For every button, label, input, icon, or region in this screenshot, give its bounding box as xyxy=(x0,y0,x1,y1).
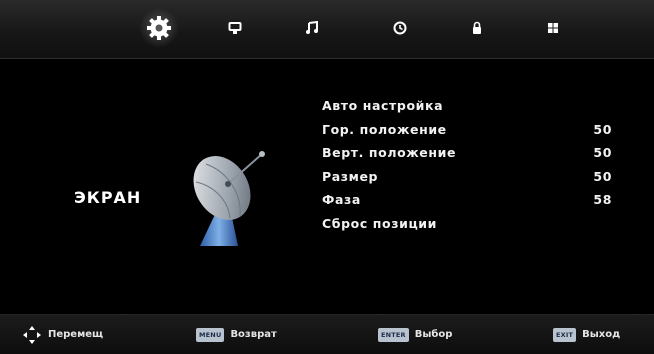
menu-item-label: Гор. положение xyxy=(322,121,447,137)
hint-back: MENU Возврат xyxy=(196,315,277,354)
hint-exit: EXIT Выход xyxy=(553,315,620,354)
menu-tab-bar xyxy=(0,0,654,59)
satellite-dish-icon xyxy=(193,151,265,246)
menu-item-value: 58 xyxy=(593,192,612,208)
menu-item-value: 50 xyxy=(593,145,612,161)
menu-item-size[interactable]: Размер 50 xyxy=(322,165,622,189)
tab-options[interactable] xyxy=(533,8,573,48)
lock-icon xyxy=(473,21,481,34)
settings-menu: Авто настройка Гор. положение 50 Верт. п… xyxy=(322,94,622,236)
menu-item-label: Сброс позиции xyxy=(322,215,438,231)
enter-key-badge: ENTER xyxy=(378,327,409,342)
menu-item-value: 50 xyxy=(593,121,612,137)
menu-item-h-position[interactable]: Гор. положение 50 xyxy=(322,118,622,142)
hint-back-label: Возврат xyxy=(230,329,277,340)
tab-time[interactable] xyxy=(380,8,420,48)
hint-bar: Перемещ MENU Возврат ENTER Выбор EXIT Вы… xyxy=(0,314,654,354)
dpad-icon xyxy=(23,325,41,344)
tab-lock[interactable] xyxy=(457,8,497,48)
hint-move: Перемещ xyxy=(22,315,103,354)
menu-item-label: Верт. положение xyxy=(322,145,457,161)
hint-select-label: Выбор xyxy=(414,329,453,340)
monitor-icon xyxy=(228,22,242,34)
section-title: ЭКРАН xyxy=(74,188,142,207)
grid-icon xyxy=(548,23,558,33)
menu-key-badge: MENU xyxy=(196,327,225,342)
menu-item-phase[interactable]: Фаза 58 xyxy=(322,188,622,212)
tab-highlight xyxy=(139,8,179,48)
menu-item-label: Авто настройка xyxy=(322,98,444,113)
clock-icon xyxy=(393,21,407,35)
tab-settings[interactable] xyxy=(139,8,179,48)
hint-move-label: Перемещ xyxy=(48,329,104,340)
hint-select: ENTER Выбор xyxy=(378,315,452,354)
tab-picture[interactable] xyxy=(215,8,255,48)
exit-key-badge: EXIT xyxy=(553,327,577,342)
hint-exit-label: Выход xyxy=(582,329,621,340)
menu-item-label: Размер xyxy=(322,168,379,184)
menu-item-position-reset[interactable]: Сброс позиции xyxy=(322,212,622,236)
music-note-icon xyxy=(306,21,318,34)
tab-sound[interactable] xyxy=(292,8,332,48)
menu-item-value: 50 xyxy=(593,168,612,184)
menu-item-auto-adjust[interactable]: Авто настройка xyxy=(322,94,622,118)
menu-item-label: Фаза xyxy=(322,192,361,208)
menu-item-v-position[interactable]: Верт. положение 50 xyxy=(322,141,622,165)
